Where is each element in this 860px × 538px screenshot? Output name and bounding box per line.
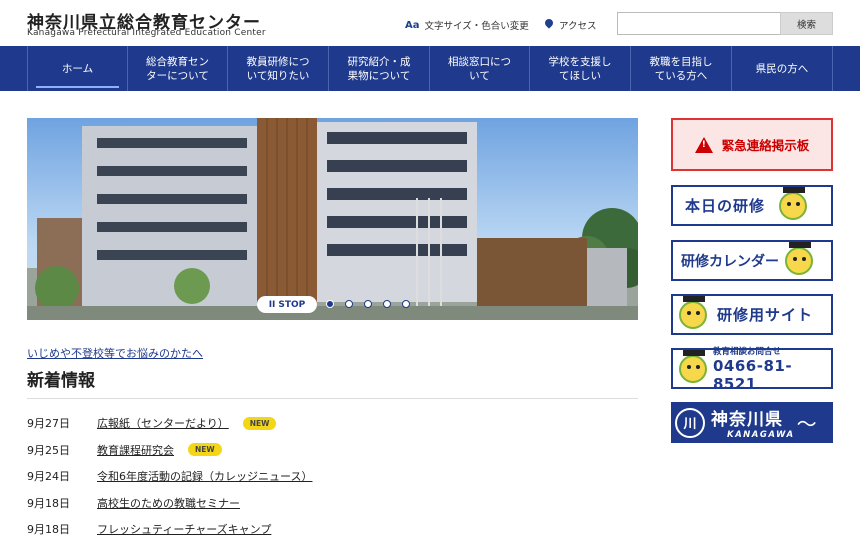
news-date: 9月27日 bbox=[27, 417, 70, 431]
bullying-consult-link[interactable]: いじめや不登校等でお悩みのかたへ bbox=[27, 345, 203, 361]
news-link[interactable]: フレッシュティーチャーズキャンプ bbox=[97, 521, 271, 537]
kanagawa-en-label: KANAGAWA bbox=[727, 430, 795, 440]
font-size-icon: Aa bbox=[405, 19, 420, 31]
map-pin-icon bbox=[545, 19, 554, 31]
mascot-icon bbox=[779, 186, 808, 220]
training-site-label: 研修用サイト bbox=[717, 306, 814, 324]
stop-label: STOP bbox=[278, 299, 306, 310]
search-input[interactable] bbox=[617, 12, 780, 35]
phone-number: 0466-81-8521 bbox=[713, 356, 793, 393]
nav-item-about[interactable]: 総合教育セン ターについて bbox=[128, 46, 228, 91]
access-link[interactable]: アクセス bbox=[545, 18, 597, 32]
warning-icon bbox=[694, 136, 713, 153]
wave-icon: 〜 bbox=[796, 412, 817, 436]
news-date: 9月18日 bbox=[27, 523, 70, 537]
kanagawa-emblem-icon: 川 bbox=[675, 407, 705, 438]
slideshow-stop-button[interactable]: II STOP bbox=[257, 296, 317, 313]
nav-item-home[interactable]: ホーム bbox=[28, 46, 128, 91]
nav-item-teaching-career[interactable]: 教職を目指し ている方へ bbox=[631, 46, 732, 91]
news-list: 9月27日 広報紙（センターだより） NEW 9月25日 教育課程研究会 NEW… bbox=[27, 410, 638, 538]
today-training-label: 本日の研修 bbox=[685, 197, 766, 215]
news-link[interactable]: 教育課程研究会 bbox=[97, 442, 174, 458]
news-date: 9月25日 bbox=[27, 443, 70, 457]
text-size-label: 文字サイズ・色合い変更 bbox=[424, 21, 529, 32]
pause-icon: II bbox=[268, 299, 276, 310]
slideshow-dots bbox=[326, 300, 410, 308]
calendar-label: 研修カレンダー bbox=[681, 253, 779, 270]
mascot-icon bbox=[785, 241, 813, 275]
nav-item-research[interactable]: 研究紹介・成 果物について bbox=[329, 46, 430, 91]
today-training-banner[interactable]: 本日の研修 bbox=[671, 185, 833, 226]
training-calendar-banner[interactable]: 研修カレンダー bbox=[671, 240, 833, 281]
list-item: 9月25日 教育課程研究会 NEW bbox=[27, 437, 638, 464]
nav-item-residents[interactable]: 県民の方へ bbox=[732, 46, 833, 91]
news-link[interactable]: 令和6年度活動の記録（カレッジニュース） bbox=[97, 468, 312, 484]
mascot-icon bbox=[679, 295, 707, 329]
news-date: 9月24日 bbox=[27, 470, 70, 484]
training-site-banner[interactable]: 研修用サイト bbox=[671, 294, 833, 335]
phone-label: 教育相談お問合せ bbox=[713, 346, 782, 357]
slide-dot-4[interactable] bbox=[383, 300, 391, 308]
list-item: 9月24日 令和6年度活動の記録（カレッジニュース） bbox=[27, 463, 638, 490]
news-divider bbox=[27, 398, 638, 399]
news-date: 9月18日 bbox=[27, 496, 70, 510]
emergency-board-banner[interactable]: 緊急連絡掲示板 bbox=[671, 118, 833, 171]
news-link[interactable]: 高校生のための教職セミナー bbox=[97, 495, 240, 511]
emergency-label: 緊急連絡掲示板 bbox=[721, 138, 810, 153]
consultation-phone-banner[interactable]: 教育相談お問合せ 0466-81-8521 bbox=[671, 347, 833, 393]
new-badge: NEW bbox=[188, 443, 222, 457]
kanagawa-pref-banner[interactable]: 川 神奈川県 KANAGAWA 〜 bbox=[671, 402, 833, 443]
list-item: 9月18日 高校生のための教職セミナー bbox=[27, 490, 638, 517]
mascot-icon bbox=[679, 349, 707, 383]
building-photo bbox=[27, 118, 638, 320]
site-header: 神奈川県立総合教育センター Kanagawa Prefectural Integ… bbox=[0, 0, 860, 46]
global-nav: ホーム 総合教育セン ターについて 教員研修につ いて知りたい 研究紹介・成 果… bbox=[0, 46, 860, 91]
text-size-color-link[interactable]: Aa 文字サイズ・色合い変更 bbox=[405, 18, 529, 33]
global-nav-list: ホーム 総合教育セン ターについて 教員研修につ いて知りたい 研究紹介・成 果… bbox=[27, 46, 833, 91]
slide-dot-5[interactable] bbox=[402, 300, 410, 308]
site-logo-subtitle[interactable]: Kanagawa Prefectural Integrated Educatio… bbox=[27, 28, 266, 38]
kanagawa-ja-label: 神奈川県 bbox=[711, 410, 783, 430]
list-item: 9月27日 広報紙（センターだより） NEW bbox=[27, 410, 638, 437]
new-badge: NEW bbox=[242, 416, 277, 430]
slide-dot-1[interactable] bbox=[326, 300, 334, 308]
nav-item-training[interactable]: 教員研修につ いて知りたい bbox=[228, 46, 329, 91]
slide-dot-3[interactable] bbox=[364, 300, 372, 308]
access-label: アクセス bbox=[559, 21, 597, 32]
slide-dot-2[interactable] bbox=[345, 300, 353, 308]
search-button[interactable]: 検索 bbox=[780, 12, 833, 35]
list-item: 9月18日 フレッシュティーチャーズキャンプ bbox=[27, 516, 638, 538]
phone-info: 教育相談お問合せ 0466-81-8521 bbox=[713, 345, 831, 393]
nav-item-school-support[interactable]: 学校を支援し てほしい bbox=[530, 46, 631, 91]
news-heading: 新着情報 bbox=[27, 371, 95, 391]
hero-slideshow-image bbox=[27, 118, 638, 320]
kanagawa-text: 神奈川県 KANAGAWA bbox=[711, 405, 795, 440]
nav-item-consultation[interactable]: 相談窓口につ いて bbox=[430, 46, 530, 91]
news-link[interactable]: 広報紙（センターだより） bbox=[97, 415, 229, 431]
